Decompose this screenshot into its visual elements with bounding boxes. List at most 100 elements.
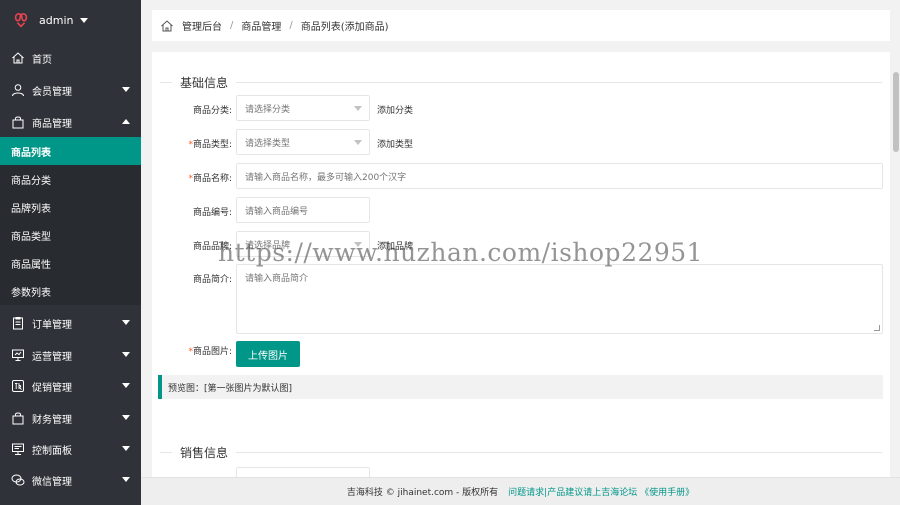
clipboard-icon [11, 316, 25, 330]
breadcrumb-item-admin[interactable]: 管理后台 [182, 18, 222, 33]
home-icon [11, 51, 25, 65]
sub-goods-attr-label: 商品属性 [11, 259, 51, 271]
chevron-down-icon [354, 106, 362, 111]
sub-goods-list-label: 商品列表 [11, 147, 51, 159]
chevron-down-icon [354, 242, 362, 247]
sales-field-input[interactable] [236, 467, 370, 477]
nav-orders[interactable]: 订单管理 [0, 308, 141, 338]
brand-label: 商品品牌: [192, 242, 232, 252]
brand-select-value: 请选择品牌 [245, 240, 291, 251]
goods-form: 基础信息 商品分类: 请选择分类 添加分类 *商品类型: 请选择类型 添加类型 … [152, 52, 890, 477]
type-select-value: 请选择类型 [245, 138, 291, 149]
category-label: 商品分类: [192, 106, 232, 116]
image-label: *商品图片: [188, 347, 232, 357]
dashboard-icon [11, 442, 25, 456]
chevron-down-icon [122, 415, 130, 420]
scroll-thumb[interactable] [893, 72, 899, 152]
nav-home[interactable]: 首页 [0, 43, 141, 73]
chevron-down-icon [354, 140, 362, 145]
footer: 吉海科技 © jihainet.com - 版权所有 问题请求|产品建议请上吉海… [141, 477, 900, 505]
section-sales-info: 销售信息 [160, 444, 882, 461]
add-type-link[interactable]: 添加类型 [377, 137, 413, 150]
nav-finance[interactable]: 财务管理 [0, 403, 141, 433]
sub-goods-type[interactable]: 商品类型 [0, 221, 141, 249]
main-content: 管理后台 / 商品管理 / 商品列表(添加商品) 基础信息 商品分类: 请选择分… [141, 0, 900, 505]
caret-down-icon [80, 17, 89, 23]
sub-brand-list-label: 品牌列表 [11, 203, 51, 215]
category-select-value: 请选择分类 [245, 104, 291, 115]
promotion-icon [11, 379, 25, 393]
breadcrumb: 管理后台 / 商品管理 / 商品列表(添加商品) [152, 10, 890, 41]
type-label: *商品类型: [188, 140, 232, 150]
chevron-up-icon [122, 119, 130, 124]
footer-copyright: 吉海科技 © jihainet.com - 版权所有 [346, 488, 499, 498]
chevron-down-icon [122, 352, 130, 357]
chevron-down-icon [122, 383, 130, 388]
sub-param-list[interactable]: 参数列表 [0, 277, 141, 305]
nav-goods-label: 商品管理 [32, 118, 72, 130]
chevron-down-icon [122, 477, 130, 482]
nav-control-label: 控制面板 [32, 445, 72, 457]
name-label: *商品名称: [188, 174, 232, 184]
nav-wechat[interactable]: 微信管理 [0, 465, 141, 495]
sub-goods-list[interactable]: 商品列表 [0, 137, 141, 165]
sub-param-list-label: 参数列表 [11, 287, 51, 299]
preview-box: 预览图：[第一张图片为默认图] [158, 375, 883, 399]
sidebar: admin 首页 会员管理 商品管理 商品列表 商品分类 品牌列表 商品类型 商… [0, 0, 141, 505]
nav-promotions-label: 促销管理 [32, 382, 72, 394]
intro-textarea[interactable]: 请输入商品简介 [236, 264, 883, 334]
footer-links[interactable]: 问题请求|产品建议请上吉海论坛 《使用手册》 [508, 485, 694, 498]
wechat-icon [11, 473, 25, 487]
chevron-down-icon [122, 446, 130, 451]
resize-handle-icon[interactable] [874, 325, 880, 331]
breadcrumb-separator: / [289, 20, 293, 31]
user-menu[interactable]: admin [0, 0, 141, 40]
sub-brand-list[interactable]: 品牌列表 [0, 193, 141, 221]
nav-control[interactable]: 控制面板 [0, 434, 141, 464]
sub-goods-category[interactable]: 商品分类 [0, 165, 141, 193]
type-select[interactable]: 请选择类型 [236, 129, 370, 155]
name-input-placeholder: 请输入商品名称，最多可输入200个汉字 [245, 172, 407, 183]
nav-operations-label: 运营管理 [32, 351, 72, 363]
section-basic-title: 基础信息 [180, 76, 229, 90]
intro-textarea-placeholder: 请输入商品简介 [245, 274, 309, 284]
add-category-link[interactable]: 添加分类 [377, 103, 413, 116]
add-brand-link[interactable]: 添加品牌 [377, 239, 413, 252]
preview-text: 预览图：[第一张图片为默认图] [168, 383, 293, 394]
nav-orders-label: 订单管理 [32, 319, 72, 331]
sub-goods-type-label: 商品类型 [11, 231, 51, 243]
nav-operations[interactable]: 运营管理 [0, 340, 141, 370]
nav-finance-label: 财务管理 [32, 414, 72, 426]
username: admin [39, 13, 74, 27]
bag-icon [11, 411, 25, 425]
presentation-icon [11, 348, 25, 362]
breadcrumb-item-goods[interactable]: 商品管理 [241, 18, 281, 33]
brand-select[interactable]: 请选择品牌 [236, 231, 370, 257]
category-select[interactable]: 请选择分类 [236, 95, 370, 121]
home-icon[interactable] [160, 19, 174, 33]
sub-goods-attr[interactable]: 商品属性 [0, 249, 141, 277]
user-icon [11, 83, 25, 97]
upload-image-button[interactable]: 上传图片 [236, 341, 300, 367]
nav-members-label: 会员管理 [32, 86, 72, 98]
shopping-bag-icon [11, 115, 25, 129]
nav-promotions[interactable]: 促销管理 [0, 371, 141, 401]
chevron-down-icon [122, 320, 130, 325]
breadcrumb-item-current: 商品列表(添加商品) [300, 22, 389, 33]
breadcrumb-separator: / [230, 20, 234, 31]
section-sales-title: 销售信息 [180, 446, 229, 460]
nav-home-label: 首页 [32, 54, 52, 66]
nav-members[interactable]: 会员管理 [0, 75, 141, 105]
chevron-down-icon [122, 87, 130, 92]
scrollbar[interactable] [893, 52, 899, 477]
section-basic-info: 基础信息 [160, 74, 882, 91]
code-label: 商品编号: [192, 208, 232, 218]
sub-goods-category-label: 商品分类 [11, 175, 51, 187]
name-input[interactable]: 请输入商品名称，最多可输入200个汉字 [236, 163, 883, 189]
code-input[interactable]: 请输入商品编号 [236, 197, 370, 223]
logo-icon [14, 13, 28, 28]
intro-label: 商品简介: [192, 275, 232, 285]
nav-goods[interactable]: 商品管理 [0, 107, 141, 137]
code-input-placeholder: 请输入商品编号 [245, 206, 309, 217]
nav-wechat-label: 微信管理 [32, 476, 72, 488]
